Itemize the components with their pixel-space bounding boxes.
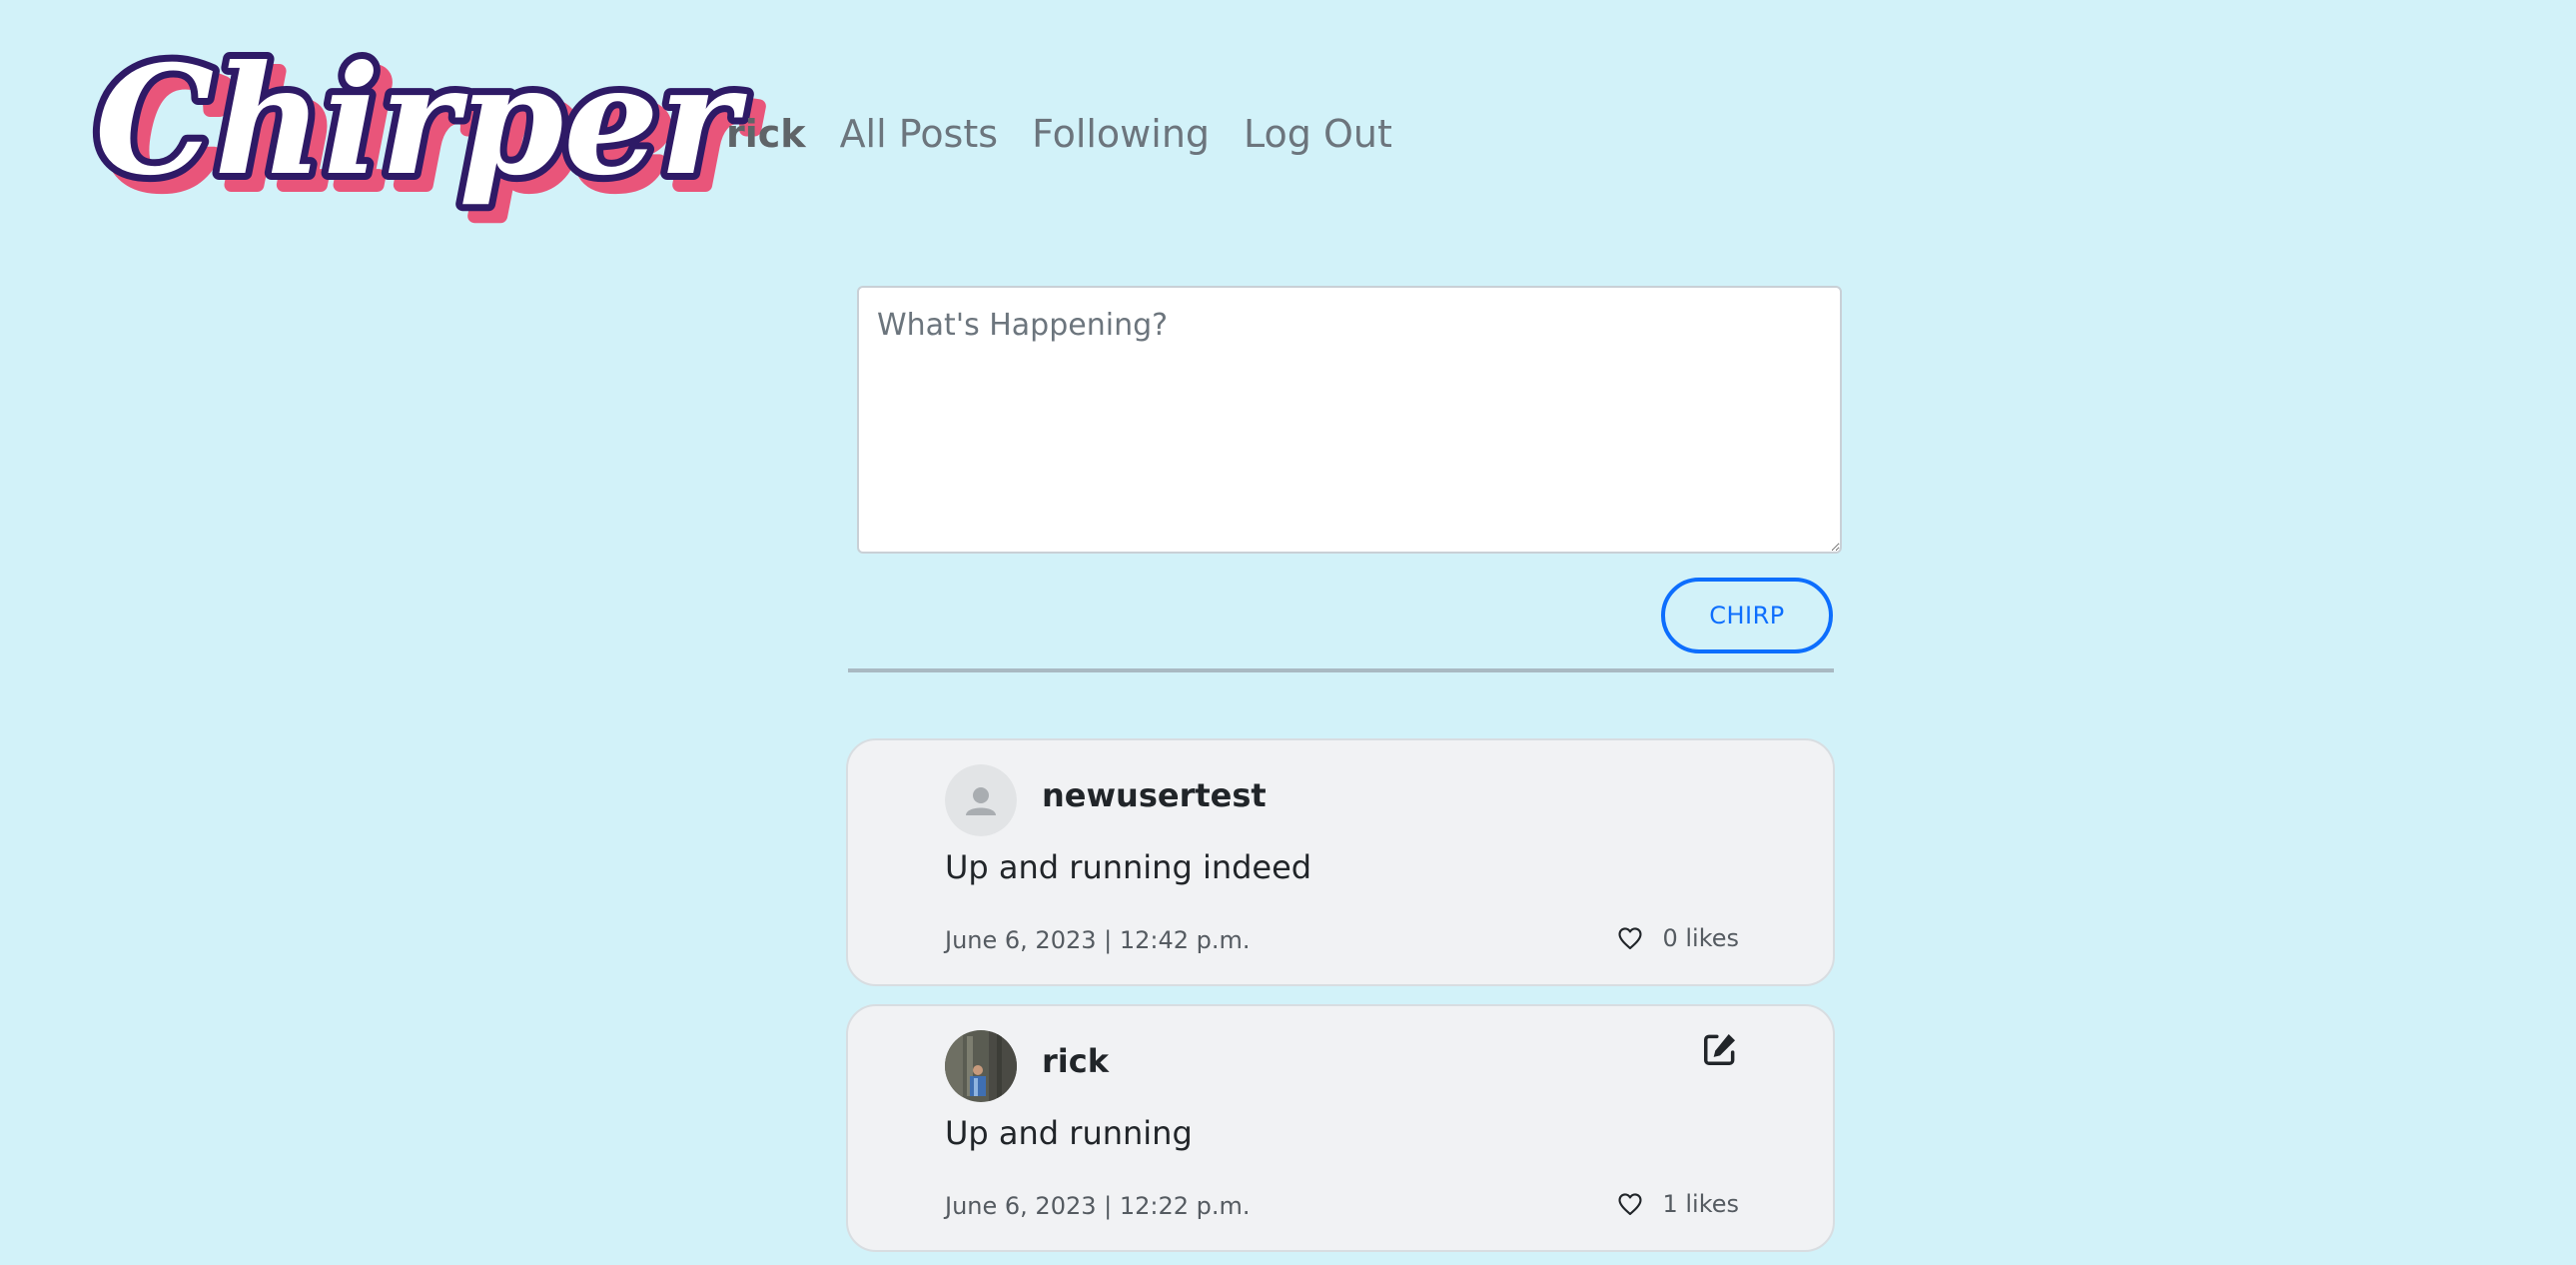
likes-count: 1 likes xyxy=(1662,1190,1739,1218)
post-timestamp: June 6, 2023 | 12:42 p.m. xyxy=(945,926,1251,954)
edit-icon[interactable] xyxy=(1701,1030,1739,1068)
avatar[interactable] xyxy=(945,1030,1017,1102)
nav-item-profile[interactable]: rick xyxy=(726,112,806,156)
site-header: Chirper Chirper rick All Posts Following… xyxy=(0,0,2576,250)
nav-item-log-out[interactable]: Log Out xyxy=(1244,112,1392,156)
chirper-logo-graphic: Chirper Chirper xyxy=(88,26,767,228)
post-username[interactable]: rick xyxy=(1042,1042,1109,1080)
chirp-submit-button[interactable]: CHIRP xyxy=(1661,578,1833,653)
user-photo-icon xyxy=(945,1030,1017,1102)
nav-item-following[interactable]: Following xyxy=(1032,112,1210,156)
post-username[interactable]: newusertest xyxy=(1042,776,1267,814)
post-content: Up and running xyxy=(945,1114,1193,1152)
post-content: Up and running indeed xyxy=(945,848,1312,886)
compose-divider xyxy=(848,668,1834,672)
avatar[interactable] xyxy=(945,764,1017,836)
likes-count: 0 likes xyxy=(1662,924,1739,952)
post-timestamp: June 6, 2023 | 12:22 p.m. xyxy=(945,1192,1251,1220)
default-user-icon xyxy=(945,764,1017,836)
main-nav: rick All Posts Following Log Out xyxy=(726,112,1392,156)
post-card: rick Up and running June 6, 2023 | 12:22… xyxy=(846,1004,1835,1252)
like-control: 1 likes xyxy=(1616,1190,1739,1218)
nav-item-all-posts[interactable]: All Posts xyxy=(840,112,999,156)
chirp-compose-input[interactable] xyxy=(857,286,1842,554)
like-control: 0 likes xyxy=(1616,924,1739,952)
heart-icon[interactable] xyxy=(1616,924,1644,952)
post-card: newusertest Up and running indeed June 6… xyxy=(846,738,1835,986)
chirper-logo[interactable]: Chirper Chirper xyxy=(88,26,767,245)
heart-icon[interactable] xyxy=(1616,1190,1644,1218)
logo-main-text: Chirper xyxy=(95,33,748,209)
